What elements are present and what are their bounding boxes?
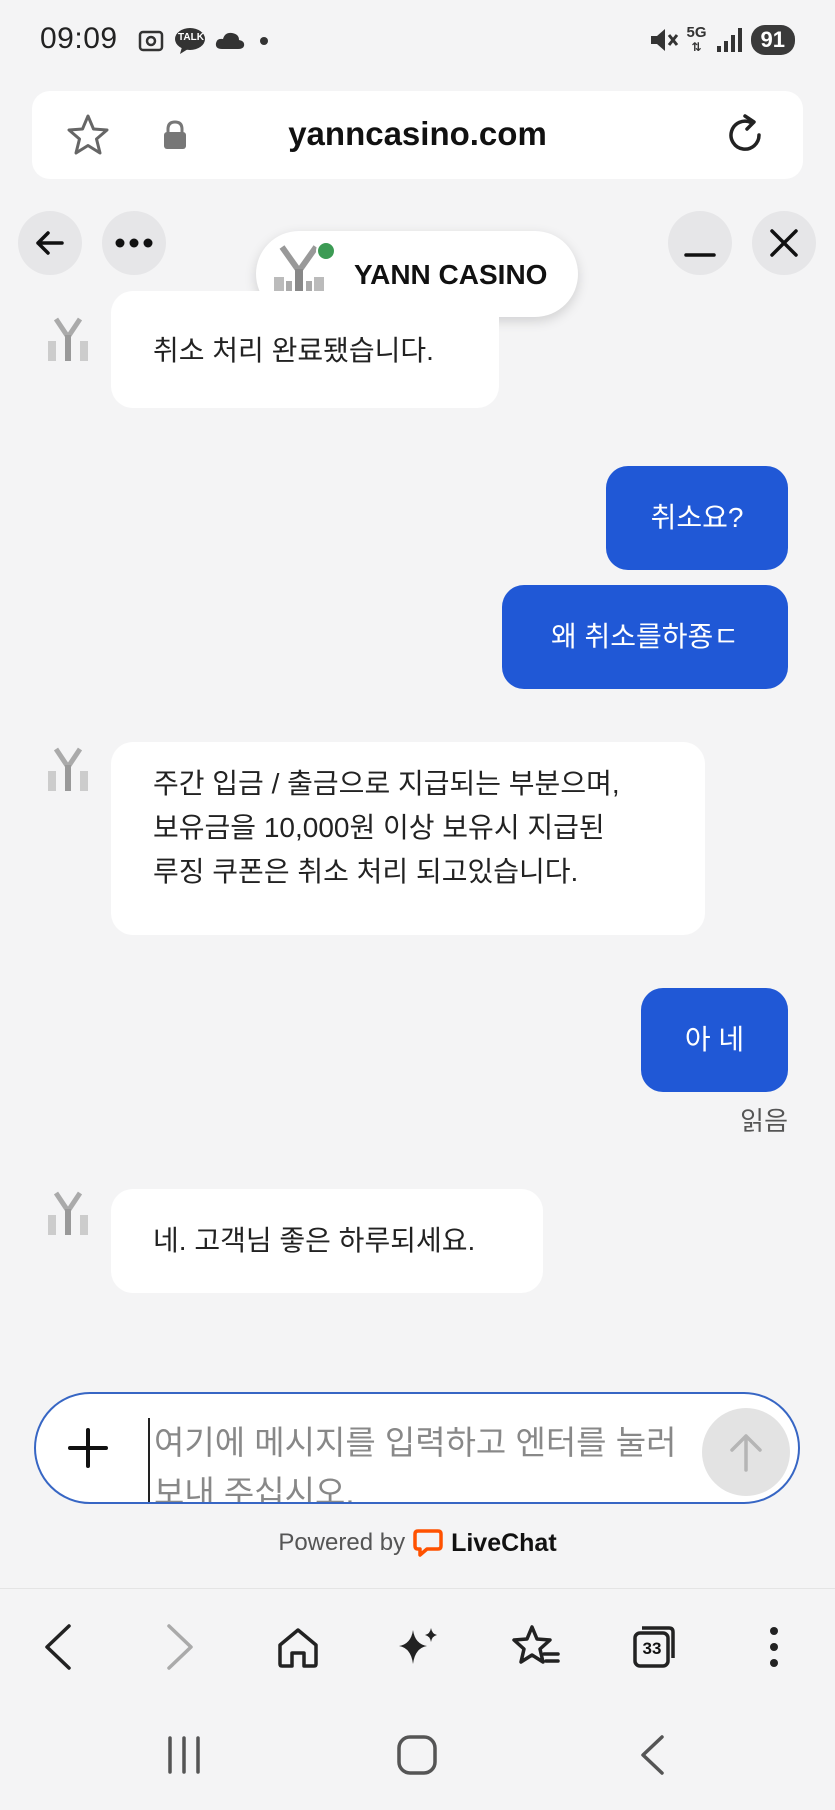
powered-by: Powered by LiveChat <box>0 1528 835 1558</box>
bookmarks-star-icon <box>512 1625 560 1664</box>
back-button[interactable] <box>18 211 82 275</box>
chevron-right-icon <box>167 1624 193 1670</box>
plus-icon[interactable] <box>66 1426 110 1470</box>
agent-name: YANN CASINO <box>354 259 548 290</box>
talk-icon: TALK <box>174 27 206 55</box>
home-icon <box>278 1628 318 1668</box>
message-text: 취소 처리 완료됐습니다. <box>153 335 434 366</box>
screenshot-icon <box>138 30 164 52</box>
sparkle-icon <box>399 1628 437 1664</box>
back-nav-icon[interactable] <box>638 1734 666 1776</box>
arrow-left-icon <box>36 231 64 255</box>
livechat-logo-icon <box>413 1529 443 1557</box>
tabs-button[interactable]: 33 <box>626 1619 682 1675</box>
network-label: 5G <box>686 24 707 41</box>
reload-icon[interactable] <box>721 111 769 159</box>
browser-menu-button[interactable] <box>746 1619 802 1675</box>
cloud-icon <box>215 32 245 49</box>
powered-by-text: Powered by <box>278 1529 406 1556</box>
status-notification-icons: TALK <box>136 26 274 56</box>
agent-message: 네. 고객님 좋은 하루되세요. <box>111 1189 543 1293</box>
user-message: 취소요? <box>606 466 788 570</box>
more-horizontal-icon <box>115 238 153 248</box>
ai-assistant-button[interactable] <box>390 1619 446 1675</box>
arrow-up-icon <box>730 1434 762 1472</box>
message-input[interactable]: 여기에 메시지를 입력하고 엔터를 눌러 보내 주십시오. <box>148 1418 708 1502</box>
minimize-button[interactable] <box>668 211 732 275</box>
home-button[interactable] <box>270 1619 326 1675</box>
message-text: 취소요? <box>650 502 744 533</box>
livechat-brand[interactable]: LiveChat <box>451 1529 557 1558</box>
status-time: 09:09 <box>40 22 118 55</box>
message-text: 아 네 <box>684 1024 745 1055</box>
more-options-button[interactable] <box>102 211 166 275</box>
url-text[interactable]: yanncasino.com <box>32 115 803 153</box>
user-message: 왜 취소를하죵ㄷ <box>502 585 788 689</box>
url-bar[interactable]: yanncasino.com <box>32 91 803 179</box>
more-vertical-icon <box>770 1627 778 1667</box>
message-line: 루징 쿠폰은 취소 처리 되고있습니다. <box>153 856 579 887</box>
signal-icon <box>716 28 742 52</box>
user-message: 아 네 <box>641 988 788 1092</box>
status-bar: 09:09 TALK 5G ⇅ 91 <box>0 0 835 84</box>
battery-indicator: 91 <box>750 25 795 55</box>
agent-avatar-small <box>48 317 88 361</box>
status-system-icons: 5G ⇅ 91 <box>647 24 795 56</box>
browser-back-button[interactable] <box>30 1619 86 1675</box>
message-line: 주간 입금 / 출금으로 지급되는 부분으며, <box>153 768 620 799</box>
chevron-left-icon <box>45 1624 71 1670</box>
online-status-dot <box>316 241 336 261</box>
agent-message: 주간 입금 / 출금으로 지급되는 부분으며, 보유금을 10,000원 이상 … <box>111 742 705 935</box>
message-composer: 여기에 메시지를 입력하고 엔터를 눌러 보내 주십시오. <box>34 1392 800 1504</box>
close-button[interactable] <box>752 211 816 275</box>
tabs-icon: 33 <box>632 1625 676 1669</box>
bookmarks-button[interactable] <box>508 1619 564 1675</box>
message-line: 보유금을 10,000원 이상 보유시 지급된 <box>153 812 605 843</box>
message-text: 네. 고객님 좋은 하루되세요. <box>153 1225 476 1256</box>
message-text: 왜 취소를하죵ㄷ <box>550 621 740 652</box>
chat-window: YANN CASINO 취소 처리 완료됐습니다. 취소요? 왜 취소를하죵ㄷ … <box>0 195 835 1590</box>
close-icon <box>770 229 798 257</box>
browser-forward-button[interactable] <box>152 1619 208 1675</box>
send-button[interactable] <box>702 1408 790 1496</box>
agent-message: 취소 처리 완료됐습니다. <box>111 291 499 408</box>
agent-avatar-small <box>48 1191 88 1235</box>
dot-icon <box>260 37 268 45</box>
tabs-count: 33 <box>642 1639 662 1658</box>
recents-icon[interactable] <box>164 1734 204 1776</box>
mute-icon <box>650 29 678 51</box>
home-nav-icon[interactable] <box>396 1734 438 1776</box>
system-navigation-bar <box>0 1700 835 1810</box>
agent-avatar-small <box>48 747 88 791</box>
read-receipt: 읽음 <box>740 1106 788 1136</box>
minimize-icon <box>684 253 716 257</box>
talk-badge-text: TALK <box>178 32 204 43</box>
network-5g-icon: 5G ⇅ <box>686 24 707 54</box>
browser-toolbar: 33 <box>0 1588 835 1700</box>
